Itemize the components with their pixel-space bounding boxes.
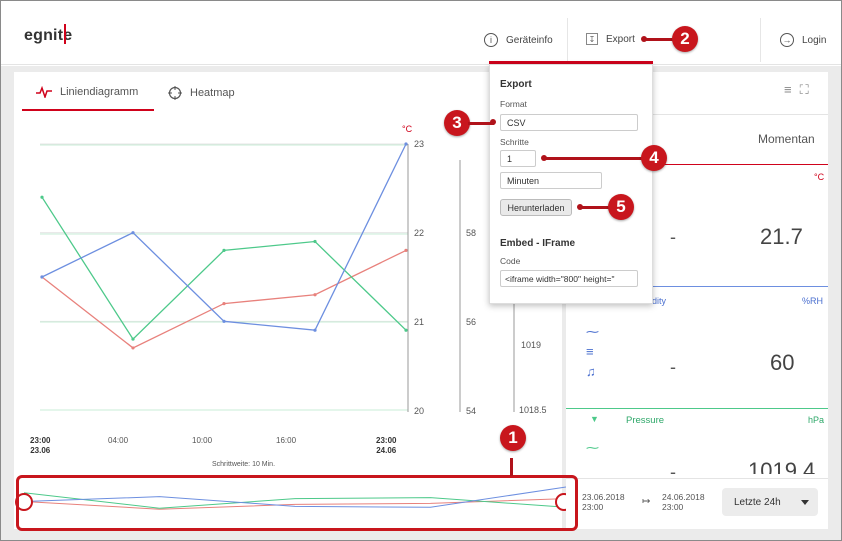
- temperature-min: -: [670, 227, 676, 247]
- data-point: [404, 248, 408, 252]
- export-title: Export: [500, 79, 532, 90]
- y-tick-pressure: 1018.5: [519, 405, 547, 415]
- temperature-value: 21.7: [760, 224, 803, 249]
- data-point: [222, 302, 226, 306]
- y-tick-humidity: 58: [466, 228, 477, 238]
- humidity-label: dity: [652, 296, 667, 306]
- current-header: Momentan: [758, 132, 815, 146]
- humidity-value: 60: [770, 350, 795, 375]
- pressure-value: 1019.4: [748, 458, 816, 474]
- y-axis-unit-temp: °C: [402, 124, 413, 134]
- data-point: [222, 319, 226, 323]
- data-point: [40, 195, 44, 199]
- y-tick-temp: 22: [414, 228, 425, 238]
- range-arrow: ↦: [642, 496, 651, 507]
- callout-1-line: [510, 458, 513, 476]
- data-point: [404, 142, 408, 146]
- x-tick: 23:00 23.06: [30, 436, 51, 455]
- pressure-unit: hPa: [808, 415, 825, 425]
- y-tick-temp: 21: [414, 317, 425, 327]
- steps-label: Schritte: [500, 137, 529, 147]
- data-point: [40, 275, 44, 279]
- data-point: [131, 346, 135, 350]
- pulse-icon[interactable]: ⁓: [586, 440, 599, 456]
- series-line: [41, 249, 407, 349]
- y-tick-humidity: 56: [466, 317, 477, 327]
- download-button[interactable]: Herunterladen: [500, 199, 572, 216]
- embed-code-field[interactable]: <iframe width="800" height=": [500, 270, 638, 287]
- chevron-down-icon: [801, 500, 809, 505]
- list-icon[interactable]: ≡: [784, 82, 792, 98]
- humidity-actions: ⁓ ≡ ♫: [586, 322, 599, 382]
- humidity-unit: %RH: [802, 296, 824, 306]
- embed-title: Embed - IFrame: [500, 238, 576, 249]
- callout-3: 3: [444, 110, 470, 136]
- callout-4-line: [544, 157, 644, 160]
- code-label: Code: [500, 256, 521, 266]
- callout-2-line: [644, 38, 674, 41]
- range-start[interactable]: 23.06.2018 23:00: [582, 492, 625, 512]
- y-tick-pressure: 1019: [521, 340, 542, 350]
- range-end[interactable]: 24.06.2018 23:00: [662, 492, 705, 512]
- x-tick: 10:00: [192, 436, 213, 445]
- steps-unit-select[interactable]: Minuten: [500, 172, 602, 189]
- format-label: Format: [500, 99, 527, 109]
- humidity-min: -: [670, 357, 676, 377]
- data-point: [131, 231, 135, 235]
- fullscreen-icon[interactable]: ⛶: [800, 82, 809, 98]
- series-line: [41, 196, 407, 341]
- pressure-divider: [566, 408, 828, 409]
- data-point: [313, 328, 317, 332]
- y-tick-humidity: 54: [466, 406, 477, 416]
- callout-4: 4: [641, 145, 667, 171]
- bell-icon[interactable]: ♫: [586, 362, 599, 382]
- data-point: [313, 239, 317, 244]
- navigator-highlight: [16, 475, 578, 531]
- caret-down-icon[interactable]: ▼: [590, 414, 599, 424]
- x-tick: 23:00 24.06: [376, 436, 397, 455]
- temperature-unit: °C: [814, 172, 825, 182]
- callout-2: 2: [672, 26, 698, 52]
- callout-1: 1: [500, 425, 526, 451]
- x-tick: 16:00: [276, 436, 297, 445]
- x-tick: 04:00: [108, 436, 129, 445]
- pressure-label: Pressure: [626, 415, 665, 426]
- format-select[interactable]: CSV: [500, 114, 638, 131]
- step-width-label: Schrittweite: 10 Min.: [212, 461, 276, 468]
- data-point: [313, 293, 317, 297]
- data-point: [131, 337, 135, 341]
- y-tick-temp: 20: [414, 406, 425, 416]
- data-point: [222, 248, 226, 252]
- panel-controls: ≡ ⛶: [784, 82, 809, 98]
- steps-input[interactable]: 1: [500, 150, 536, 167]
- callout-5: 5: [608, 194, 634, 220]
- y-tick-temp: 23: [414, 139, 425, 149]
- data-point: [404, 328, 408, 332]
- range-preset-label: Letzte 24h: [734, 496, 781, 508]
- pulse-icon[interactable]: ⁓: [586, 322, 599, 342]
- callout-3-dot: [490, 119, 496, 125]
- callout-5-line: [580, 206, 610, 209]
- list-icon[interactable]: ≡: [586, 342, 599, 362]
